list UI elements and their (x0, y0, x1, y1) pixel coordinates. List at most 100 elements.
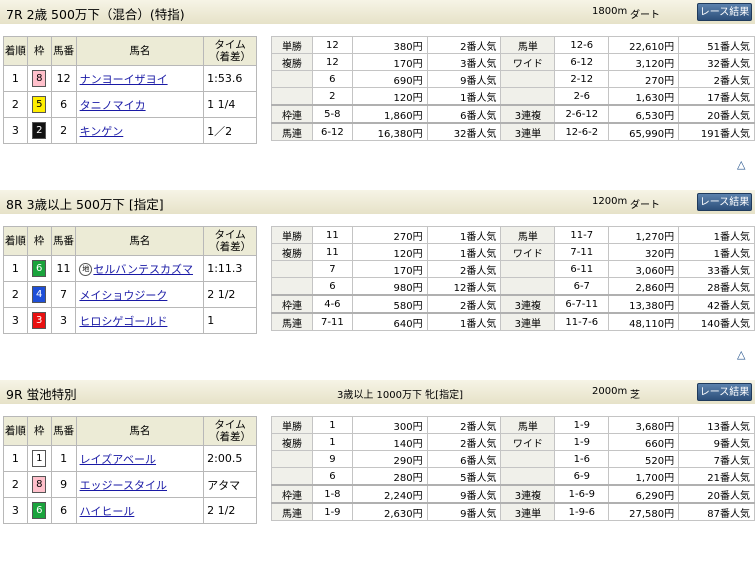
payout-row: 枠連 5-8 1,860円 6番人気 3連複 2-6-12 6,530円 20番人気 (271, 104, 755, 124)
horse-name-link[interactable]: エッジースタイル (80, 479, 167, 492)
payout-amount: 48,110円 (608, 312, 680, 331)
combination: 2 (311, 87, 353, 106)
payout-amount: 2,860円 (608, 277, 680, 296)
result-header-cell: 枠 (26, 226, 52, 256)
combination: 2-6 (554, 87, 610, 106)
horse-number: 6 (50, 91, 77, 118)
finish-position: 2 (3, 281, 28, 308)
horse-number: 7 (50, 281, 77, 308)
payout-amount: 170円 (351, 53, 428, 71)
combination: 11-7 (554, 226, 610, 244)
payout-amount: 280円 (351, 467, 428, 486)
payout-amount: 16,380円 (351, 122, 428, 141)
finish-position: 3 (3, 307, 28, 334)
result-table: 着順枠馬番 馬名 タイム（着差） 1 1 1 レイズアベール 2:00.5 2 8 9 エッジースタイ… (3, 416, 257, 524)
popularity: 140番人気 (678, 312, 755, 331)
result-header-cell: 着順 (3, 226, 28, 256)
finish-time: 2 1/2 (203, 497, 257, 524)
bet-type (500, 70, 556, 88)
combination: 11 (311, 243, 353, 261)
finish-time: 1 1/4 (203, 91, 257, 118)
combination: 6 (311, 277, 353, 296)
combination: 7-11 (554, 243, 610, 261)
bet-type: 馬単 (500, 226, 556, 244)
payout-amount: 980円 (351, 277, 428, 296)
waku-cell: 6 (26, 255, 52, 282)
payout-amount: 65,990円 (608, 122, 680, 141)
popularity: 20番人気 (678, 104, 755, 124)
result-header-row: 着順枠馬番 馬名 タイム（着差） (3, 36, 257, 66)
waku-badge: 2 (32, 122, 47, 139)
finish-position: 2 (3, 91, 28, 118)
result-header-cell: 馬番 (50, 226, 77, 256)
combination: 12-6-2 (554, 122, 610, 141)
bet-type (500, 260, 556, 278)
page-top-link-icon[interactable]: △ (737, 158, 745, 171)
finish-position: 3 (3, 117, 28, 144)
bet-type: 単勝 (271, 36, 313, 54)
payout-amount: 120円 (351, 87, 428, 106)
result-row: 2 8 9 エッジースタイル アタマ (3, 471, 257, 498)
popularity: 1番人気 (426, 312, 502, 331)
payout-table: 単勝 11 270円 1番人気 馬単 11-7 1,270円 1番人気 複勝 11 120円 1番人気… (271, 226, 755, 331)
payout-amount: 140円 (351, 433, 428, 451)
payout-amount: 1,270円 (608, 226, 680, 244)
waku-badge: 3 (32, 312, 47, 329)
popularity: 1番人気 (678, 243, 755, 261)
payout-row: 6 690円 9番人気 2-12 270円 2番人気 (271, 70, 755, 88)
popularity: 5番人気 (426, 467, 502, 486)
race-result-button[interactable]: レース結果 (697, 383, 752, 401)
combination: 1 (311, 416, 353, 434)
result-row: 3 3 3 ヒロシゲゴールド 1 (3, 307, 257, 334)
waku-cell: 1 (26, 445, 52, 472)
race-result-button[interactable]: レース結果 (697, 3, 752, 21)
horse-name-link[interactable]: タニノマイカ (80, 99, 146, 112)
bet-type: 枠連 (271, 484, 313, 504)
result-table: 着順枠馬番 馬名 タイム（着差） 1 6 11 地セルバンテスカズマ 1:11.3 2 4 7 メイシ… (3, 226, 257, 334)
combination: 1-9 (311, 502, 353, 521)
popularity: 20番人気 (678, 484, 755, 504)
combination: 11 (311, 226, 353, 244)
race-conditions: 3歳以上 1000万下 牝[指定] (337, 390, 463, 401)
finish-time: 1／2 (203, 117, 257, 144)
combination: 9 (311, 450, 353, 468)
payout-amount: 640円 (351, 312, 428, 331)
bet-type: 3連単 (500, 122, 556, 141)
horse-number: 11 (50, 255, 77, 282)
horse-name-link[interactable]: セルバンテスカズマ (93, 263, 193, 276)
bet-type (271, 87, 313, 106)
race-header: 8R 3歳以上 500万下 [指定] 1200m ダート レース結果 (0, 190, 755, 214)
combination: 1-9 (554, 433, 610, 451)
popularity: 9番人気 (426, 70, 502, 88)
race-surface: ダート (630, 200, 660, 211)
payout-amount: 320円 (608, 243, 680, 261)
popularity: 1番人気 (426, 243, 502, 261)
bet-type: 枠連 (271, 294, 313, 314)
popularity: 6番人気 (426, 450, 502, 468)
payout-amount: 22,610円 (608, 36, 680, 54)
payout-amount: 3,680円 (608, 416, 680, 434)
popularity: 191番人気 (678, 122, 755, 141)
horse-name-link[interactable]: キンゲン (80, 125, 124, 138)
result-header-cell: タイム（着差） (203, 416, 257, 446)
combination: 4-6 (311, 294, 353, 314)
payout-amount: 300円 (351, 416, 428, 434)
horse-name-link[interactable]: ナンヨーイザヨイ (80, 73, 168, 86)
bet-type (500, 467, 556, 486)
bet-type: 複勝 (271, 53, 313, 71)
horse-name-link[interactable]: メイショウジーク (79, 289, 167, 302)
popularity: 51番人気 (678, 36, 755, 54)
bet-type: 枠連 (271, 104, 313, 124)
popularity: 3番人気 (426, 53, 502, 71)
page-top-link-icon[interactable]: △ (737, 348, 745, 361)
popularity: 2番人気 (426, 416, 502, 434)
waku-cell: 5 (26, 91, 52, 118)
popularity: 1番人気 (426, 226, 502, 244)
bet-type (271, 70, 313, 88)
result-header-cell: 馬名 (75, 36, 205, 66)
horse-name-link[interactable]: レイズアベール (80, 453, 156, 466)
horse-name-link[interactable]: ヒロシゲゴールド (79, 315, 167, 328)
race-result-button[interactable]: レース結果 (697, 193, 752, 211)
horse-name-link[interactable]: ハイヒール (80, 505, 135, 518)
payout-row: 複勝 12 170円 3番人気 ワイド 6-12 3,120円 32番人気 (271, 53, 755, 71)
